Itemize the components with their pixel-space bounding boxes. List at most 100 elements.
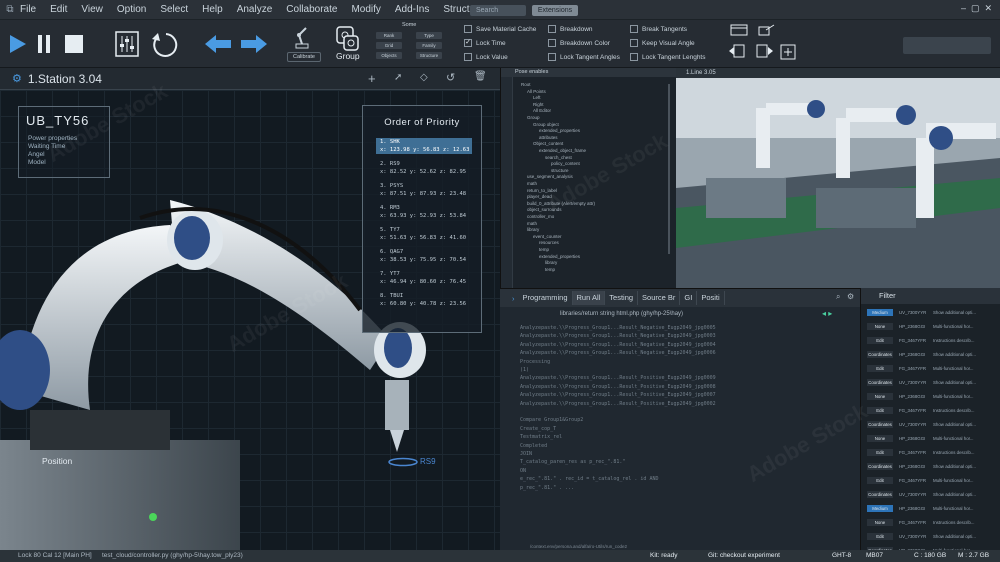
lock-time-checkbox[interactable]: ✓ Lock Time <box>464 39 506 47</box>
tree-row[interactable]: attributes <box>539 135 558 140</box>
add-icon[interactable]: + <box>368 71 376 86</box>
tab-gi[interactable]: GI <box>680 291 698 305</box>
filter-row[interactable]: None FG_3467YFR Instructions describ... <box>867 518 997 527</box>
tree-row[interactable]: All Editor <box>533 108 551 113</box>
tree-row[interactable]: extended_properties <box>539 254 580 259</box>
rank-button[interactable]: Rank <box>376 32 402 39</box>
filter-mode-button[interactable]: Coordinates <box>867 491 893 498</box>
calibrate-button[interactable]: Calibrate <box>287 52 321 62</box>
type-button[interactable]: Type <box>416 32 442 39</box>
lock-value-checkbox[interactable]: Lock Value <box>464 53 508 61</box>
arrow-left-icon[interactable] <box>204 34 232 54</box>
tree-row[interactable]: Group <box>527 115 540 120</box>
checkmark-icon[interactable]: ✓ <box>464 39 472 47</box>
menu-analyze[interactable]: Analyze <box>237 4 273 15</box>
filter-row[interactable]: Coordinates UV_7300YYR Show additional opt… <box>867 490 997 499</box>
tree-row[interactable]: resources <box>539 240 559 245</box>
menu-collaborate[interactable]: Collaborate <box>286 4 337 15</box>
tree-row[interactable]: use_segment_analysis <box>527 174 573 179</box>
menu-option[interactable]: Option <box>117 4 146 15</box>
menu-select[interactable]: Select <box>160 4 188 15</box>
checkbox-box[interactable] <box>630 39 638 47</box>
menu-search-field[interactable]: Search <box>470 5 526 16</box>
breakdown-color-checkbox[interactable]: Breakdown Color <box>548 39 610 47</box>
menu-help[interactable]: Help <box>202 4 223 15</box>
app-logo-icon[interactable]: ⧉ <box>0 4 20 15</box>
filter-row[interactable]: Edit FG_3467YFR Multi-functional hor... <box>867 476 997 485</box>
tree-row[interactable]: library <box>527 227 539 232</box>
filter-mode-button[interactable]: None <box>867 519 893 526</box>
export-icon[interactable] <box>758 24 776 36</box>
checkbox-box[interactable] <box>630 53 638 61</box>
filter-mode-button[interactable]: Coordinates <box>867 351 893 358</box>
break-tangents-checkbox[interactable]: Break Tangents <box>630 25 687 33</box>
filter-mode-button[interactable]: Coordinates <box>867 421 893 428</box>
stop-icon[interactable] <box>64 34 84 54</box>
filter-row[interactable]: Edit FG_3467YFR Multi-functional hor... <box>867 364 997 373</box>
tree-row[interactable]: search_chest <box>545 155 572 160</box>
robot-arm-icon[interactable] <box>292 24 312 50</box>
filter-row[interactable]: Medium UV_7300YYR Show additional opti... <box>867 308 997 317</box>
checkbox-box[interactable] <box>464 25 472 33</box>
filter-mode-button[interactable]: Edit <box>867 477 893 484</box>
tree-row[interactable]: extended_object_frame <box>539 148 586 153</box>
tab-run-all[interactable]: Run All <box>572 291 606 305</box>
priority-item[interactable]: 2. RS9 x: 82.52 y: 52.62 z: 82.95 <box>376 160 472 176</box>
tree-row[interactable]: Left <box>533 95 541 100</box>
tree-row[interactable]: Group object <box>533 122 559 127</box>
tree-row[interactable]: policy_content <box>551 161 580 166</box>
trash-icon[interactable]: 🗑 <box>474 71 487 82</box>
priority-item[interactable]: 8. TBUI x: 60.80 y: 40.78 z: 23.56 <box>376 292 472 308</box>
filter-mode-button[interactable]: Edit <box>867 449 893 456</box>
menu-view[interactable]: View <box>81 4 103 15</box>
filter-mode-button[interactable]: None <box>867 323 893 330</box>
menu-edit[interactable]: Edit <box>50 4 67 15</box>
lock-tangent-lenghts-checkbox[interactable]: Lock Tangent Lenghts <box>630 53 706 61</box>
window-controls[interactable]: – ▢ ✕ <box>961 3 992 14</box>
play-icon[interactable] <box>8 34 28 54</box>
tree-row[interactable]: math <box>527 221 537 226</box>
lock-tangent-angles-checkbox[interactable]: Lock Tangent Angles <box>548 53 620 61</box>
search-icon[interactable]: ⌕ <box>836 292 840 302</box>
priority-item[interactable]: 6. QAG7 x: 38.53 y: 75.95 z: 70.54 <box>376 248 472 264</box>
checkbox-box[interactable] <box>464 53 472 61</box>
filter-row[interactable]: Coordinates HP_2368GGI Show additional opt… <box>867 462 997 471</box>
group-icon[interactable] <box>336 26 360 52</box>
menu-file[interactable]: File <box>20 4 36 15</box>
undo-icon[interactable] <box>150 30 180 58</box>
filter-mode-button[interactable]: Edit <box>867 407 893 414</box>
breakdown-checkbox[interactable]: Breakdown <box>548 25 593 33</box>
tab-programming[interactable]: Programming <box>519 291 573 305</box>
tree-side-tabs[interactable] <box>501 77 513 288</box>
save-material-cache-checkbox[interactable]: Save Material Cache <box>464 25 536 33</box>
filter-row[interactable]: Edit FG_3467YFR Instructions describ... <box>867 448 997 457</box>
tree-scrollbar[interactable] <box>668 84 670 254</box>
tree-row[interactable]: event_counter <box>533 234 562 239</box>
priority-item[interactable]: 7. YT7 x: 46.94 y: 80.60 z: 76.45 <box>376 270 472 286</box>
tree-row[interactable]: temp <box>545 267 555 272</box>
tab-testing[interactable]: Testing <box>605 291 639 305</box>
checkbox-box[interactable] <box>548 53 556 61</box>
keep-visual-angle-checkbox[interactable]: Keep Visual Angle <box>630 39 695 47</box>
filter-row[interactable]: None HP_2368GGI Multi-functional hor... <box>867 322 997 331</box>
move-in-icon[interactable] <box>728 44 746 58</box>
priority-item[interactable]: 5. TY7 x: 51.63 y: 56.83 z: 41.60 <box>376 226 472 242</box>
tree-row[interactable]: Object_content <box>533 141 563 146</box>
filter-row[interactable]: Coordinates UV_7300YYR Show additional opt… <box>867 378 997 387</box>
pause-icon[interactable] <box>36 34 52 54</box>
checkbox-box[interactable] <box>548 25 556 33</box>
priority-item[interactable]: 3. PSYS x: 87.51 y: 87.93 z: 23.48 <box>376 182 472 198</box>
tree-row[interactable]: Right <box>533 102 544 107</box>
filter-mode-button[interactable]: Edit <box>867 337 893 344</box>
tab-position[interactable]: Positi <box>697 291 725 305</box>
rotate-icon[interactable]: ↺ <box>446 71 455 84</box>
move-out-icon[interactable] <box>756 44 774 58</box>
toolbar-search-input[interactable] <box>903 37 991 54</box>
filter-row[interactable]: None HP_2368GGI Multi-functional hor... <box>867 434 997 443</box>
tree-row[interactable]: structure <box>551 168 569 173</box>
tree-row[interactable]: temp <box>539 247 549 252</box>
structure-button[interactable]: Structure <box>416 52 442 59</box>
filter-row[interactable]: Coordinates UV_7300YYR Show additional opt… <box>867 420 997 429</box>
checkbox-box[interactable] <box>630 25 638 33</box>
extensions-button[interactable]: Extensions <box>532 5 578 16</box>
